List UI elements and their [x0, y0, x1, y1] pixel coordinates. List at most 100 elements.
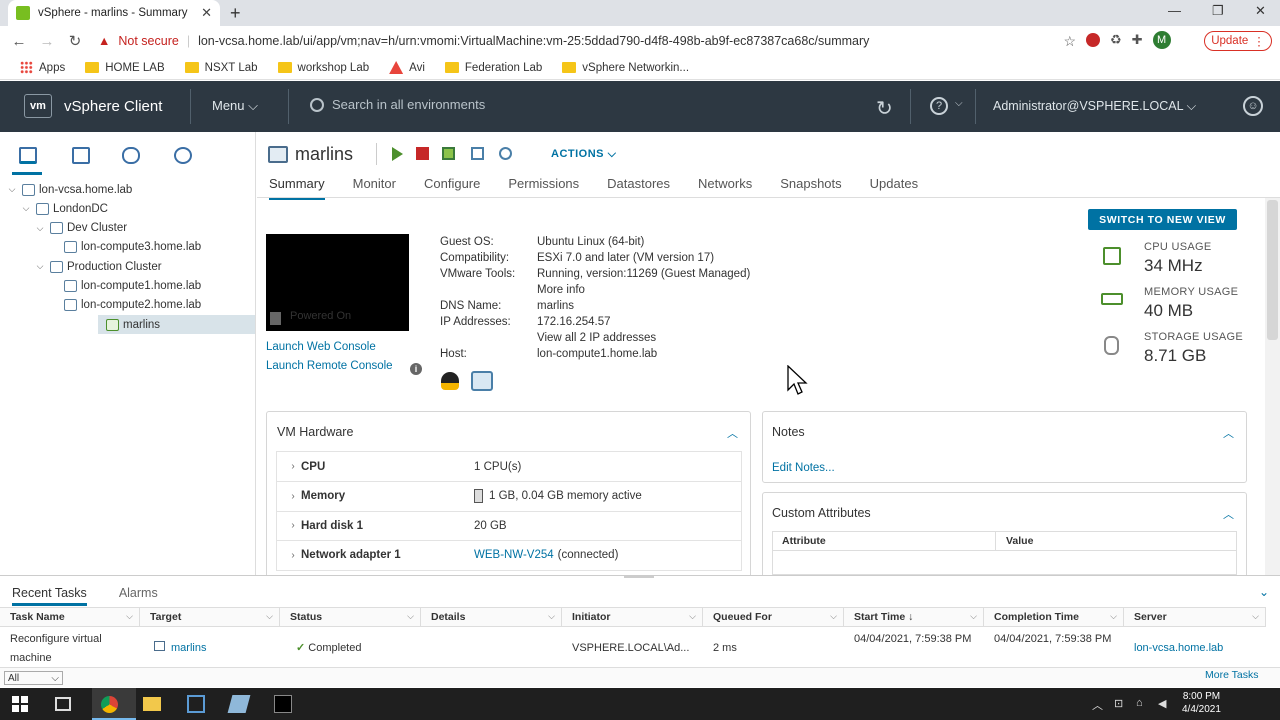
task-view-icon[interactable]	[55, 697, 71, 711]
update-button[interactable]: Update ⋮	[1204, 31, 1272, 51]
tree-caret-icon[interactable]: ⌵	[6, 184, 18, 195]
close-tab-icon[interactable]: ✕	[201, 5, 212, 21]
value-column-header[interactable]: Value	[996, 531, 1043, 550]
hardware-row[interactable]: › Network adapter 1 WEB-NW-V254 (connected)	[276, 540, 742, 571]
tree-item[interactable]: marlins	[98, 315, 255, 335]
column-filter-icon[interactable]: ⌵	[970, 611, 977, 622]
new-tab-button[interactable]: +	[230, 3, 241, 24]
help-icon[interactable]: ?	[930, 97, 948, 115]
minimize-icon[interactable]: —	[1168, 3, 1181, 18]
network-icon[interactable]: ⌂	[1136, 697, 1143, 709]
hardware-row[interactable]: › Memory 1 GB, 0.04 GB memory active	[276, 481, 742, 512]
expand-chevron-icon[interactable]: ›	[285, 491, 301, 502]
actions-dropdown[interactable]: ACTIONS ⌵	[551, 148, 616, 161]
column-filter-icon[interactable]: ⌵	[1252, 611, 1259, 622]
close-window-icon[interactable]: ✕	[1255, 3, 1266, 19]
column-header[interactable]: Completion Time ⌵	[984, 608, 1124, 626]
reload-icon[interactable]: ↻	[61, 32, 89, 50]
column-header[interactable]: Task Name ⌵	[0, 608, 140, 626]
collapse-chevron-icon[interactable]: ︿	[1223, 425, 1234, 441]
column-filter-icon[interactable]: ⌵	[126, 611, 133, 622]
column-header[interactable]: Server ⌵	[1124, 608, 1266, 626]
snapshot-icon[interactable]	[499, 147, 512, 160]
server-cell[interactable]: lon-vcsa.home.lab	[1124, 628, 1266, 666]
tree-item[interactable]: lon-compute2.home.lab	[0, 296, 255, 315]
tree-caret-icon[interactable]: ⌵	[34, 261, 46, 272]
help-chevron-icon[interactable]: ⌵	[955, 98, 963, 109]
tree-item[interactable]: ⌵ Production Cluster	[0, 257, 255, 276]
expand-chevron-icon[interactable]: ›	[285, 461, 301, 472]
switch-to-new-view-button[interactable]: SWITCH TO NEW VIEW	[1088, 209, 1237, 230]
expand-chevron-icon[interactable]: ›	[285, 550, 301, 561]
maximize-icon[interactable]: ❐	[1212, 3, 1224, 19]
launch-remote-console-link[interactable]: Launch Remote Console	[266, 360, 393, 372]
info-icon[interactable]: i	[410, 363, 422, 375]
bookmark-home-lab[interactable]: HOME LAB	[77, 62, 172, 74]
windows-start-icon[interactable]	[12, 696, 28, 712]
vms-templates-tab-icon[interactable]	[72, 147, 90, 164]
forward-icon[interactable]: →	[33, 33, 61, 50]
column-filter-icon[interactable]: ⌵	[266, 611, 273, 622]
hosts-clusters-tab-icon[interactable]	[19, 147, 37, 164]
feedback-smiley-icon[interactable]: ☺	[1243, 96, 1263, 116]
global-search[interactable]: Search in all environments	[310, 97, 485, 112]
task-filter-select[interactable]: All ⌵	[4, 671, 63, 685]
bookmark-federation-lab[interactable]: Federation Lab	[437, 62, 550, 74]
bookmark-avi[interactable]: Avi	[381, 61, 433, 74]
system-clock[interactable]: 8:00 PM 4/4/2021	[1182, 690, 1221, 716]
collapse-chevron-icon[interactable]: ︿	[727, 425, 738, 441]
menu-dropdown[interactable]: Menu ⌵	[212, 98, 258, 114]
scrollbar-thumb[interactable]	[1267, 200, 1278, 340]
launch-web-console-link[interactable]: Launch Web Console	[266, 341, 376, 353]
column-header[interactable]: Status ⌵	[280, 608, 421, 626]
column-filter-icon[interactable]: ⌵	[689, 611, 696, 622]
console-icon[interactable]	[442, 147, 455, 160]
resize-handle[interactable]	[624, 575, 654, 578]
column-header[interactable]: Initiator ⌵	[562, 608, 703, 626]
migrate-icon[interactable]	[471, 147, 484, 160]
column-header[interactable]: Start Time ↓ ⌵	[844, 608, 984, 626]
column-filter-icon[interactable]: ⌵	[1110, 611, 1117, 622]
table-row[interactable]: Reconfigure virtual machine marlins ✓ Co…	[0, 628, 1266, 666]
collapse-chevron-icon[interactable]: ︿	[1223, 506, 1234, 522]
tree-caret-icon[interactable]: ⌵	[20, 203, 32, 214]
more-tasks-link[interactable]: More Tasks	[1205, 669, 1259, 681]
column-header[interactable]: Target ⌵	[140, 608, 280, 626]
tree-item[interactable]: lon-compute3.home.lab	[0, 238, 255, 257]
adblock-extension-icon[interactable]	[1086, 33, 1100, 47]
tree-caret-icon[interactable]: ⌵	[34, 223, 46, 234]
puzzle-extensions-icon[interactable]: ✚	[1132, 32, 1143, 48]
target-link[interactable]: marlins	[171, 642, 206, 654]
attribute-column-header[interactable]: Attribute	[772, 531, 996, 550]
terminal-icon[interactable]	[274, 695, 292, 713]
column-header[interactable]: Details ⌵	[421, 608, 562, 626]
alarms-tab[interactable]: Alarms	[119, 586, 158, 606]
bookmark-workshop-lab[interactable]: workshop Lab	[270, 62, 378, 74]
bookmark-nsxt-lab[interactable]: NSXT Lab	[177, 62, 266, 74]
column-filter-icon[interactable]: ⌵	[548, 611, 555, 622]
column-filter-icon[interactable]: ⌵	[830, 611, 837, 622]
networking-tab-icon[interactable]	[174, 147, 192, 164]
power-on-icon[interactable]	[392, 147, 403, 161]
hardware-row[interactable]: › Hard disk 1 20 GB	[276, 511, 742, 541]
tree-item[interactable]: ⌵ Dev Cluster	[0, 219, 255, 238]
expand-chevron-icon[interactable]: ›	[285, 520, 301, 531]
back-icon[interactable]: ←	[5, 33, 33, 50]
collapse-panel-icon[interactable]: ⌄	[1259, 585, 1269, 599]
more-info-link[interactable]: More info	[537, 284, 585, 296]
network-app-icon[interactable]	[187, 695, 205, 713]
storage-tab-icon[interactable]	[122, 147, 140, 164]
user-menu[interactable]: Administrator@VSPHERE.LOCAL ⌵	[993, 99, 1196, 114]
tree-item[interactable]: ⌵ LondonDC	[0, 199, 255, 218]
omnibox[interactable]: ▲ Not secure | lon-vcsa.home.lab/ui/app/…	[98, 30, 1076, 52]
recycle-extension-icon[interactable]: ♻	[1110, 32, 1122, 48]
hardware-row[interactable]: › CPU 1 CPU(s)	[276, 452, 742, 482]
tray-app-icon[interactable]: ⊡	[1114, 697, 1123, 710]
tray-chevron-icon[interactable]: ︿	[1092, 697, 1103, 713]
volume-icon[interactable]: ◀	[1158, 697, 1166, 710]
bookmark-vsphere-networking[interactable]: vSphere Networkin...	[554, 62, 697, 74]
edit-notes-link[interactable]: Edit Notes...	[772, 462, 835, 474]
view-all-ips-link[interactable]: View all 2 IP addresses	[537, 332, 656, 344]
column-filter-icon[interactable]: ⌵	[407, 611, 414, 622]
refresh-icon[interactable]: ↻	[876, 96, 893, 121]
